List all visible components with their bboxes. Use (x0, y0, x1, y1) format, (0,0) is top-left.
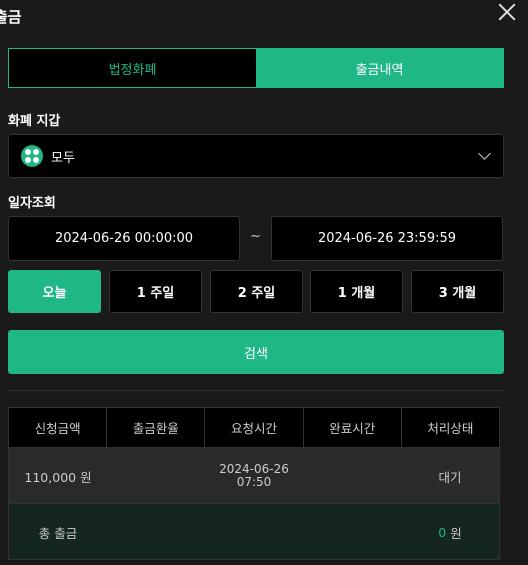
wallet-label: 화폐 지갑 (8, 114, 61, 129)
table-footer-row: 총 출금 0 원 (9, 503, 499, 559)
header-exchange-rate: 출금환율 (107, 408, 206, 447)
header-request-time: 요청시간 (205, 408, 304, 447)
tab-bar: 법정화폐 출금내역 (8, 48, 504, 88)
cell-amount: 110,000 원 (24, 469, 92, 485)
range-today-button[interactable]: 오늘 (8, 270, 101, 313)
range-3-months-button[interactable]: 3 개월 (411, 270, 504, 313)
page-title: 출금 (0, 8, 22, 26)
wallet-select[interactable]: 모두 (8, 134, 504, 178)
total-unit: 원 (450, 525, 462, 541)
close-icon[interactable] (497, 2, 517, 22)
request-clock: 07:50 (236, 475, 272, 489)
tab-withdrawal-history[interactable]: 출금내역 (256, 49, 503, 87)
range-1-week-button[interactable]: 1 주일 (109, 270, 202, 313)
header-requested-amount: 신청금액 (9, 408, 108, 447)
date-query-label: 일자조회 (8, 196, 56, 211)
cell-request-time: 2024-06-26 07:50 (205, 448, 303, 504)
cell-completed-time (303, 448, 401, 504)
cell-status: 대기 (438, 469, 462, 485)
range-2-weeks-button[interactable]: 2 주일 (210, 270, 303, 313)
range-1-month-button[interactable]: 1 개월 (310, 270, 403, 313)
table-header-row: 신청금액 출금환율 요청시간 완료시간 처리상태 (9, 408, 500, 447)
total-label: 총 출금 (38, 525, 78, 541)
search-button[interactable]: 검색 (8, 330, 504, 374)
table-row: 110,000 원 2024-06-26 07:50 대기 (9, 447, 499, 503)
header-status: 처리상태 (401, 408, 500, 447)
date-separator: ~ (250, 229, 261, 244)
end-date-input[interactable]: 2024-06-26 23:59:59 (271, 216, 503, 261)
header-completed-time: 완료시간 (303, 408, 402, 447)
total-amount: 0 (438, 524, 447, 540)
coin-grid-icon (21, 145, 43, 167)
withdrawal-table: 신청금액 출금환율 요청시간 완료시간 처리상태 110,000 원 2024-… (8, 407, 500, 560)
start-date-input[interactable]: 2024-06-26 00:00:00 (8, 216, 240, 261)
total-value: 0 원 (401, 504, 499, 560)
tab-fiat[interactable]: 법정화폐 (9, 49, 256, 87)
divider (8, 390, 504, 391)
chevron-down-icon (478, 147, 491, 160)
wallet-selected-value: 모두 (51, 150, 75, 166)
cell-rate (107, 448, 205, 504)
